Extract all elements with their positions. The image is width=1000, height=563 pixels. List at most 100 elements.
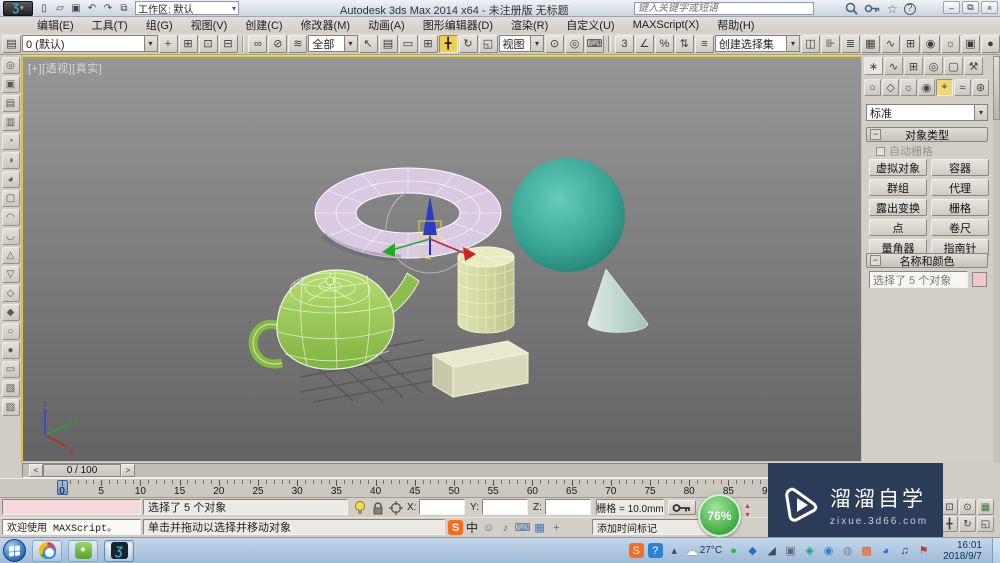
material-editor-icon[interactable]: ◉ bbox=[921, 34, 940, 53]
tray-icon-blue[interactable]: ◆ bbox=[745, 543, 760, 558]
select-manipulate-icon[interactable]: ◎ bbox=[565, 34, 584, 53]
left-toolbar-icon[interactable]: ◆ bbox=[1, 304, 20, 321]
left-toolbar-icon[interactable]: ▣ bbox=[1, 76, 20, 93]
y-coordinate-field[interactable] bbox=[482, 499, 528, 515]
sphere-object[interactable] bbox=[511, 158, 625, 272]
menu-item[interactable]: 渲染(R) bbox=[502, 16, 557, 34]
close-button[interactable]: × bbox=[981, 1, 998, 14]
left-toolbar-icon[interactable]: ▤ bbox=[1, 95, 20, 112]
tray-icon-camera[interactable]: ▣ bbox=[783, 543, 798, 558]
z-coordinate-field[interactable] bbox=[545, 499, 591, 515]
sogou-logo-icon[interactable]: S bbox=[448, 520, 463, 535]
left-toolbar-icon[interactable]: ▧ bbox=[1, 380, 20, 397]
zoom-region-icon[interactable]: ▦ bbox=[977, 499, 994, 515]
spin-down-icon[interactable]: ▼ bbox=[744, 512, 751, 519]
zoom-extents-icon[interactable]: ⊡ bbox=[941, 499, 958, 515]
left-toolbar-icon[interactable]: ▥ bbox=[1, 114, 20, 131]
mirror-icon[interactable]: ◫ bbox=[801, 34, 820, 53]
menu-item[interactable]: 组(G) bbox=[137, 16, 182, 34]
show-desktop-button[interactable] bbox=[992, 537, 1000, 563]
key-icon[interactable] bbox=[864, 3, 881, 14]
left-toolbar-icon[interactable]: ▢ bbox=[1, 190, 20, 207]
weather-widget[interactable]: ☁ 27°C bbox=[686, 544, 722, 558]
paste-icon[interactable]: ▤ bbox=[2, 34, 21, 53]
helper-object-button[interactable]: 虚拟对象 bbox=[869, 159, 927, 176]
left-toolbar-icon[interactable]: ◑ bbox=[1, 152, 20, 169]
tab-display[interactable]: ▢ bbox=[944, 57, 963, 75]
select-rotate-icon[interactable]: ↻ bbox=[458, 34, 478, 53]
window-crossing-icon[interactable]: ⊞ bbox=[418, 34, 438, 53]
minimize-button[interactable]: – bbox=[943, 1, 960, 14]
left-toolbar-icon[interactable]: ▽ bbox=[1, 266, 20, 283]
taskbar-media-button[interactable]: ✦ bbox=[68, 539, 98, 562]
next-frame-button[interactable]: > bbox=[121, 464, 135, 477]
sogou-toolbox-icon[interactable]: ▦ bbox=[532, 520, 547, 535]
selection-lock-icon[interactable] bbox=[370, 500, 386, 515]
tray-expand-icon[interactable]: ▴ bbox=[667, 543, 682, 558]
save-file-button[interactable]: ▣ bbox=[68, 1, 84, 15]
sogou-tray-icon[interactable]: S bbox=[628, 543, 644, 558]
helper-object-button[interactable]: 卷尺 bbox=[931, 219, 989, 236]
helper-object-button[interactable]: 容器 bbox=[931, 159, 989, 176]
select-in-layer-icon[interactable]: ⊡ bbox=[198, 34, 218, 53]
tab-hierarchy[interactable]: ⊞ bbox=[904, 57, 923, 75]
coord-system-combo[interactable]: 视图 ▾ bbox=[498, 35, 544, 52]
left-toolbar-icon[interactable]: ● bbox=[1, 342, 20, 359]
object-type-rollout[interactable]: − 对象类型 bbox=[866, 127, 988, 142]
menu-item[interactable]: 图形编辑器(D) bbox=[414, 16, 502, 34]
volume-icon[interactable]: ♫ bbox=[897, 543, 912, 558]
select-object-icon[interactable]: ↖ bbox=[358, 34, 378, 53]
schematic-view-icon[interactable]: ⊞ bbox=[901, 34, 920, 53]
set-key-button[interactable] bbox=[668, 500, 696, 515]
sogou-ime-bar[interactable]: S 中 ☺ ♪ ⌨ ▦ + bbox=[448, 519, 564, 536]
menu-item[interactable]: 编辑(E) bbox=[28, 16, 83, 34]
infocenter-search-input[interactable] bbox=[634, 2, 814, 15]
percent-snap-icon[interactable]: % bbox=[654, 34, 674, 53]
box-object[interactable] bbox=[431, 340, 530, 398]
name-color-rollout[interactable]: − 名称和颜色 bbox=[866, 253, 988, 268]
sogou-more-icon[interactable]: + bbox=[549, 520, 564, 535]
add-to-layer-icon[interactable]: ⊞ bbox=[178, 34, 198, 53]
left-toolbar-icon[interactable]: ◕ bbox=[1, 171, 20, 188]
subtab-systems[interactable]: ⊛ bbox=[972, 79, 989, 96]
left-toolbar-icon[interactable]: ○ bbox=[1, 323, 20, 340]
network-icon[interactable]: ◢ bbox=[764, 543, 779, 558]
menu-item[interactable]: 自定义(U) bbox=[557, 16, 623, 34]
star-icon[interactable]: ☆ bbox=[887, 2, 898, 16]
spin-up-icon[interactable]: ▲ bbox=[744, 503, 751, 510]
absolute-mode-icon[interactable] bbox=[388, 500, 404, 515]
scrollbar-thumb[interactable] bbox=[993, 56, 1000, 120]
kbd-override-icon[interactable]: ⌨ bbox=[585, 34, 604, 53]
layer-props-icon[interactable]: ⊟ bbox=[218, 34, 238, 53]
snap-3d-icon[interactable]: 3 bbox=[614, 34, 634, 53]
taskbar-chrome-button[interactable] bbox=[32, 539, 62, 562]
select-move-icon[interactable]: ╋ bbox=[438, 34, 458, 53]
tab-motion[interactable]: ◎ bbox=[924, 57, 943, 75]
time-slider-track[interactable]: < 0 / 100 > bbox=[22, 463, 862, 478]
layer-combo[interactable]: 0 (默认) ▾ bbox=[22, 35, 158, 52]
checkbox-icon[interactable] bbox=[876, 146, 885, 156]
left-toolbar-icon[interactable]: ▭ bbox=[1, 361, 20, 378]
tray-icon-circle[interactable]: ◉ bbox=[821, 543, 836, 558]
subtab-spacewarps[interactable]: ≈ bbox=[954, 79, 971, 96]
collapse-icon[interactable]: − bbox=[870, 129, 881, 140]
time-slider-handle[interactable]: < 0 / 100 > bbox=[29, 464, 135, 477]
tab-modify[interactable]: ∿ bbox=[884, 57, 903, 75]
render-production-icon[interactable]: ● bbox=[981, 34, 1000, 53]
new-layer-icon[interactable]: + bbox=[158, 34, 178, 53]
left-toolbar-icon[interactable]: ▨ bbox=[1, 399, 20, 416]
orbit-icon[interactable]: ↻ bbox=[959, 516, 976, 532]
ribbon-icon[interactable]: ▦ bbox=[861, 34, 880, 53]
taskbar-clock[interactable]: 16:01 2018/9/7 bbox=[943, 540, 982, 562]
named-selection-combo[interactable]: 创建选择集 ▾ bbox=[714, 35, 800, 52]
cone-object[interactable] bbox=[587, 268, 649, 333]
subtab-shapes[interactable]: ◇ bbox=[882, 79, 899, 96]
pan-icon[interactable]: ╋ bbox=[941, 516, 958, 532]
layer-manager-icon[interactable]: ≣ bbox=[841, 34, 860, 53]
object-color-swatch[interactable] bbox=[972, 272, 987, 287]
rendered-frame-icon[interactable]: ▣ bbox=[961, 34, 980, 53]
left-toolbar-icon[interactable]: ◇ bbox=[1, 285, 20, 302]
panel-scrollbar[interactable] bbox=[993, 55, 1000, 463]
menu-item[interactable]: 工具(T) bbox=[83, 16, 137, 34]
curve-editor-icon[interactable]: ∿ bbox=[881, 34, 900, 53]
